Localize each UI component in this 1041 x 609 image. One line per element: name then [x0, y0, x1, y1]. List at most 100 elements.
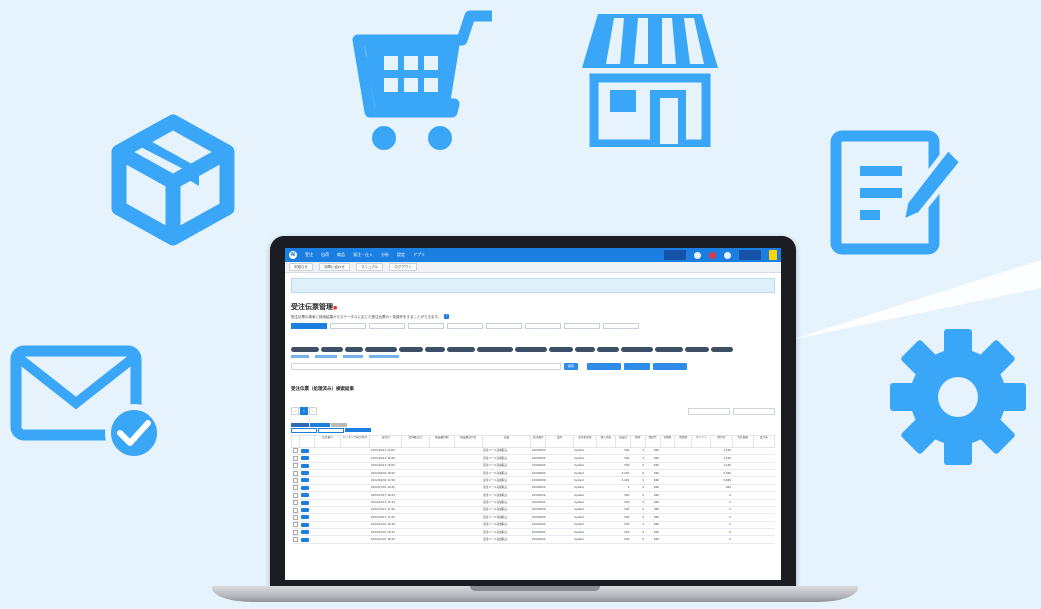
row-open-button[interactable]: [300, 471, 309, 476]
pager-page[interactable]: 1: [300, 406, 308, 415]
status-tab[interactable]: [447, 323, 483, 331]
promo-banner-2[interactable]: [739, 250, 761, 260]
promo-banner-3[interactable]: [769, 250, 777, 260]
sub-btn-manual[interactable]: マニュアル: [355, 263, 384, 271]
notification-icon[interactable]: [709, 251, 716, 259]
table-row[interactable]: 2022/01/07 16:46 受注メール自動取込100000014 System…: [291, 521, 775, 530]
filter-chip[interactable]: [425, 347, 445, 353]
col-header[interactable]: 他費用: [674, 434, 693, 448]
filter-chip[interactable]: [345, 347, 363, 353]
row-open-button[interactable]: [300, 478, 309, 483]
status-tab[interactable]: [369, 323, 405, 331]
col-header[interactable]: ポイント: [691, 434, 712, 448]
row-checkbox[interactable]: [292, 448, 298, 454]
col-header[interactable]: 出荷: [545, 434, 574, 448]
row-checkbox[interactable]: [292, 507, 298, 513]
promo-banner[interactable]: [664, 250, 686, 260]
row-open-button[interactable]: [300, 448, 309, 453]
help-icon[interactable]: ?: [444, 314, 450, 320]
bulk-button[interactable]: [291, 427, 317, 433]
row-open-button[interactable]: [300, 537, 309, 542]
search-input[interactable]: [291, 363, 561, 371]
nav-apps[interactable]: アプリ: [413, 252, 425, 258]
col-header[interactable]: 購入者名: [595, 434, 617, 448]
row-checkbox[interactable]: [292, 529, 298, 535]
col-header[interactable]: 受注日: [369, 434, 403, 448]
row-open-button[interactable]: [300, 456, 309, 461]
row-checkbox[interactable]: [292, 492, 298, 498]
row-checkbox[interactable]: [292, 537, 298, 543]
table-row[interactable]: 2022/01/17 16:24 受注メール自動取込100000018 System…: [291, 491, 775, 500]
bulk-button[interactable]: [310, 422, 330, 427]
col-header[interactable]: 納品書受付日: [454, 434, 483, 448]
row-checkbox[interactable]: [292, 522, 298, 528]
col-header[interactable]: 総合計: [710, 434, 733, 448]
col-header[interactable]: 出荷確定日: [401, 434, 430, 448]
sub-btn-logout[interactable]: ログアウト: [389, 263, 417, 271]
table-row[interactable]: 2022/10/13 16:52 受注メール自動取込100000022 System…: [291, 462, 775, 470]
filter-chip[interactable]: [365, 347, 397, 353]
table-row[interactable]: 2022/10/13 20:00 受注メール自動取込100000024 System…: [291, 447, 775, 456]
filter-chip[interactable]: [575, 347, 595, 353]
table-row[interactable]: 2022/01/12 11:56 受注メール自動取込100000016 System…: [291, 506, 775, 515]
settings-icon[interactable]: [694, 251, 701, 259]
search-link[interactable]: [343, 355, 363, 359]
col-header[interactable]: ピッキング指示区分: [339, 434, 371, 448]
action-button[interactable]: [587, 363, 622, 371]
nav-settings[interactable]: 設定: [397, 252, 405, 258]
table-row[interactable]: 2022/10/13 16:56 受注メール自動取込100000023 System…: [291, 454, 775, 463]
table-row[interactable]: 2022/01/13 12:23 受注メール自動取込100000017 System…: [291, 499, 775, 507]
row-checkbox[interactable]: [292, 455, 298, 461]
bulk-button[interactable]: [345, 427, 371, 432]
status-tab[interactable]: [564, 323, 600, 331]
status-tab[interactable]: [291, 323, 327, 331]
row-open-button[interactable]: [300, 493, 309, 498]
pager-next[interactable]: ›: [309, 406, 317, 415]
table-row[interactable]: 2022/09/30 18:20 受注メール自動取込100000021 System…: [291, 469, 775, 478]
status-tab[interactable]: [330, 323, 366, 331]
filter-chip[interactable]: [711, 347, 733, 353]
action-button[interactable]: [653, 363, 688, 371]
per-page-select[interactable]: [688, 407, 730, 415]
table-row[interactable]: 2022/01/11 11:50 受注メール自動取込100000015 System…: [291, 513, 775, 522]
search-link[interactable]: [315, 355, 337, 359]
filter-chip[interactable]: [291, 347, 319, 353]
row-open-button[interactable]: [300, 485, 309, 490]
table-row[interactable]: 2022/01/07 16:25 受注メール自動取込100000013 System…: [291, 528, 775, 537]
col-header[interactable]: 伝票番号: [314, 434, 341, 448]
search-button[interactable]: 検索: [564, 363, 579, 371]
bulk-button[interactable]: [318, 427, 344, 433]
row-open-button[interactable]: [300, 522, 309, 527]
user-icon[interactable]: [724, 251, 731, 259]
bulk-button[interactable]: [331, 422, 347, 427]
status-tab[interactable]: [603, 323, 639, 331]
filter-chip[interactable]: [399, 347, 423, 353]
action-button[interactable]: [624, 363, 651, 371]
status-tab[interactable]: [408, 323, 444, 331]
col-header[interactable]: 発送代: [644, 434, 661, 448]
nav-purchasing[interactable]: 発注・仕入: [353, 252, 373, 258]
sort-select[interactable]: [733, 407, 775, 415]
filter-chip[interactable]: [321, 347, 343, 353]
table-row[interactable]: 2022/09/30 11:56 受注メール自動取込100000020 System…: [291, 476, 775, 485]
nav-analytics[interactable]: 分析: [381, 252, 389, 258]
bulk-button[interactable]: [291, 422, 309, 427]
col-header[interactable]: 手数料: [659, 434, 676, 448]
col-header[interactable]: 税金: [629, 434, 646, 448]
sub-btn-inquiry[interactable]: お問い合わせ: [318, 263, 350, 271]
col-header[interactable]: 受注担当者: [572, 434, 597, 448]
nav-shipping[interactable]: 出荷: [321, 252, 329, 258]
col-header[interactable]: 送り先: [752, 434, 776, 448]
col-header[interactable]: 納品書印刷: [428, 434, 456, 448]
filter-chip[interactable]: [447, 347, 475, 353]
row-checkbox[interactable]: [292, 478, 298, 484]
col-header[interactable]: 受注番号: [530, 434, 547, 448]
sub-btn-news[interactable]: お知らせ: [289, 263, 313, 271]
row-checkbox[interactable]: [292, 485, 298, 491]
row-checkbox[interactable]: [292, 470, 298, 476]
filter-chip[interactable]: [549, 347, 573, 353]
row-checkbox[interactable]: [292, 463, 298, 469]
row-open-button[interactable]: [300, 530, 309, 535]
filter-chip[interactable]: [685, 347, 709, 353]
pager-prev[interactable]: ‹: [291, 406, 299, 415]
